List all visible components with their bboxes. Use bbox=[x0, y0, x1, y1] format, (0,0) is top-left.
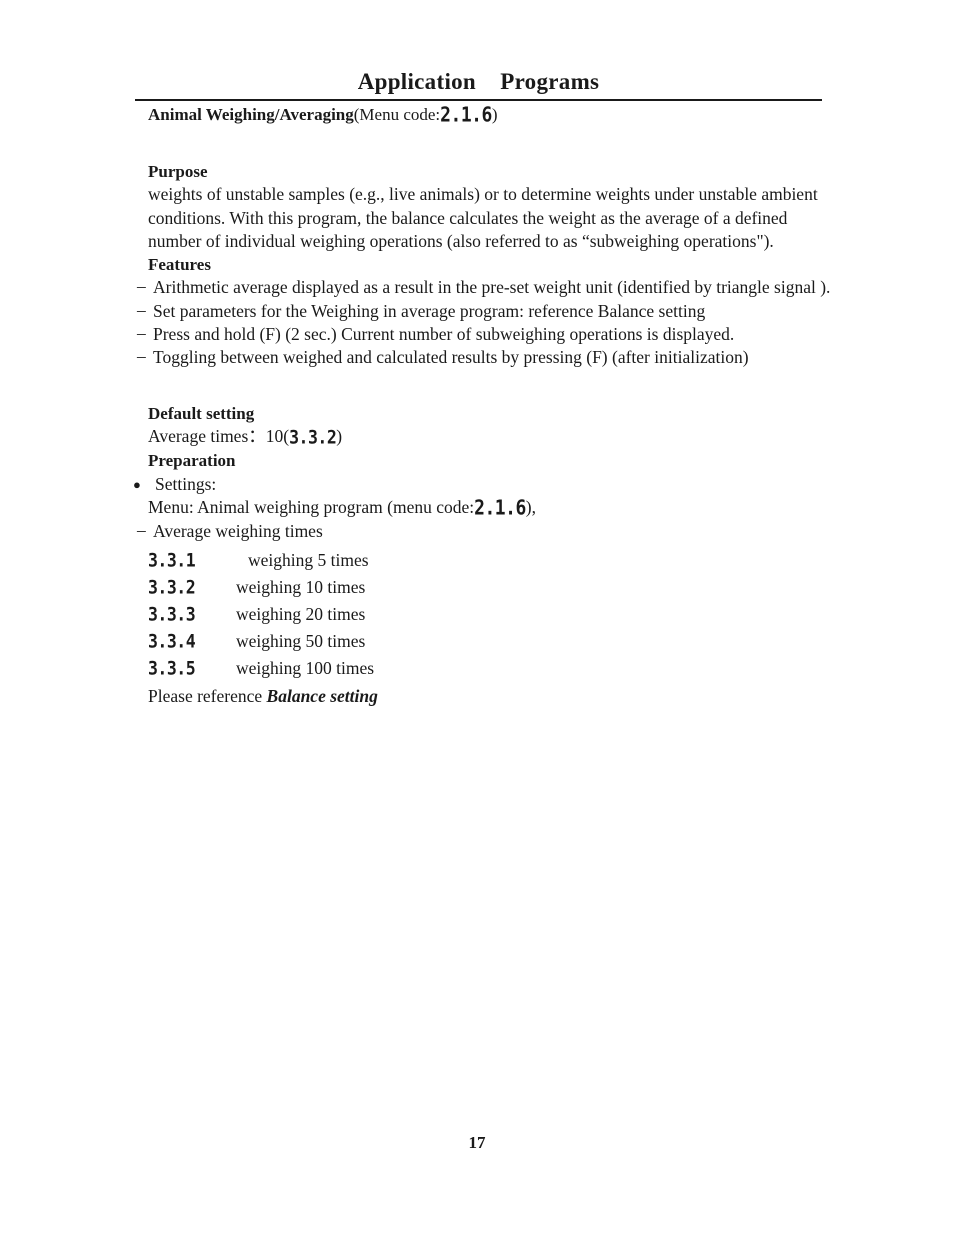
features-item: – Set parameters for the Weighing in ave… bbox=[137, 300, 954, 323]
features-item-label: Set parameters for the Weighing in avera… bbox=[153, 300, 706, 321]
purpose-body: weights of unstable samples (e.g., live … bbox=[148, 184, 818, 251]
section-heading: Animal Weighing/Averaging(Menu code:2.1.… bbox=[148, 101, 954, 128]
dash-bullet-icon: – bbox=[137, 346, 146, 367]
section-heading-menu-code: 2.1.6 bbox=[440, 103, 492, 128]
average-times-value: 10( bbox=[265, 425, 290, 446]
weighing-code-label: weighing 50 times bbox=[236, 631, 366, 652]
average-times-code: 3.3.2 bbox=[289, 426, 337, 449]
features-item-label: Arithmetic average displayed as a result… bbox=[153, 277, 831, 298]
features-item-label: Press and hold (F) (2 sec.) Current numb… bbox=[153, 324, 735, 345]
document-header: Application Programs bbox=[135, 68, 822, 96]
settings-item-label: Settings: bbox=[155, 473, 217, 494]
average-weighing-times-item: – Average weighing times bbox=[137, 520, 954, 543]
section-heading-title: Animal Weighing/Averaging bbox=[148, 105, 354, 124]
reference-line: Please reference Balance setting bbox=[148, 682, 954, 709]
menu-line-suffix: ), bbox=[525, 496, 536, 517]
weighing-code: 3.3.5 bbox=[148, 658, 196, 680]
preparation-heading: Preparation bbox=[148, 451, 236, 471]
features-item-label: Toggling between weighed and calculated … bbox=[153, 347, 749, 368]
weighing-code-row: 3.3.2 weighing 10 times bbox=[148, 574, 954, 601]
weighing-code: 3.3.2 bbox=[148, 577, 196, 599]
features-item: – Arithmetic average displayed as a resu… bbox=[137, 276, 954, 299]
section-heading-menu-prefix: (Menu code: bbox=[353, 105, 441, 124]
average-times-line: Average times：10(3.3.2) bbox=[148, 425, 954, 449]
round-bullet-icon: ● bbox=[133, 476, 141, 492]
features-item: – Press and hold (F) (2 sec.) Current nu… bbox=[137, 323, 954, 346]
features-section: Features bbox=[148, 253, 954, 276]
reference-target: Balance setting bbox=[266, 686, 378, 707]
average-weighing-times-label: Average weighing times bbox=[153, 521, 323, 542]
section-heading-menu-suffix: ) bbox=[491, 105, 498, 124]
features-item: – Toggling between weighed and calculate… bbox=[137, 346, 954, 369]
dash-bullet-icon: – bbox=[137, 276, 146, 297]
page-title: Application Programs bbox=[357, 69, 600, 94]
preparation-section: Preparation bbox=[148, 449, 954, 472]
weighing-code: 3.3.3 bbox=[148, 604, 196, 626]
average-times-label: Average times： bbox=[148, 425, 266, 446]
menu-line-text: Menu: Animal weighing program (menu code… bbox=[148, 496, 954, 521]
weighing-code-row: 3.3.4 weighing 50 times bbox=[148, 628, 954, 655]
weighing-code: 3.3.1 bbox=[148, 550, 196, 572]
menu-line-code: 2.1.6 bbox=[474, 496, 526, 521]
weighing-code-label: weighing 100 times bbox=[236, 658, 375, 679]
features-heading: Features bbox=[148, 255, 211, 275]
dash-bullet-icon: – bbox=[137, 299, 146, 320]
weighing-code-label: weighing 5 times bbox=[248, 550, 369, 571]
settings-item: ● Settings: bbox=[133, 473, 954, 496]
dash-bullet-icon: – bbox=[137, 323, 146, 344]
menu-line-prefix: Menu: Animal weighing program (menu code… bbox=[148, 496, 475, 517]
default-setting-heading: Default setting bbox=[148, 403, 255, 423]
weighing-code: 3.3.4 bbox=[148, 631, 196, 653]
menu-line: Menu: Animal weighing program (menu code… bbox=[148, 496, 954, 521]
default-setting-section: Default setting Average times：10(3.3.2) bbox=[148, 402, 954, 450]
weighing-code-label: weighing 20 times bbox=[236, 604, 366, 625]
weighing-code-label: weighing 10 times bbox=[236, 577, 366, 598]
purpose-heading: Purpose bbox=[148, 162, 208, 181]
average-times-suffix: ) bbox=[336, 425, 343, 446]
document-page: Application Programs Animal Weighing/Ave… bbox=[0, 0, 954, 1235]
page-number: 17 bbox=[468, 1133, 486, 1152]
dash-bullet-icon: – bbox=[137, 520, 146, 541]
reference-prefix: Please reference bbox=[148, 686, 267, 707]
weighing-code-row: 3.3.3 weighing 20 times bbox=[148, 601, 954, 628]
weighing-code-row: 3.3.1 weighing 5 times bbox=[148, 547, 954, 574]
weighing-code-row: 3.3.5 weighing 100 times bbox=[148, 655, 954, 682]
document-body: Animal Weighing/Averaging(Menu code:2.1.… bbox=[0, 101, 954, 709]
purpose-section: Purpose weights of unstable samples (e.g… bbox=[148, 160, 954, 253]
